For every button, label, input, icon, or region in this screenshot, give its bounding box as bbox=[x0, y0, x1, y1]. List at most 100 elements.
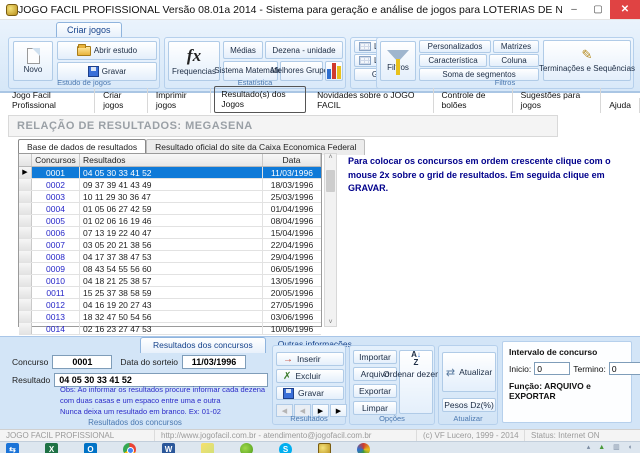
cell-concurso[interactable]: 0006 bbox=[32, 227, 80, 238]
jogofacil-icon[interactable] bbox=[318, 443, 331, 453]
inserir-button[interactable]: → Inserir bbox=[276, 352, 344, 366]
novo-button[interactable]: Novo bbox=[13, 41, 53, 81]
ordenar-dezenas-button[interactable]: A↓ Z Ordenar dezenas bbox=[399, 350, 433, 414]
scroll-up-icon[interactable]: ˄ bbox=[328, 154, 332, 161]
word-icon[interactable]: W bbox=[162, 443, 175, 453]
cell-concurso[interactable]: 0011 bbox=[32, 287, 80, 298]
nav-tab-4[interactable]: Novidades sobre o JOGO FACIL bbox=[309, 88, 433, 113]
chrome-icon[interactable] bbox=[123, 443, 136, 453]
cell-concurso[interactable]: 0008 bbox=[32, 251, 80, 262]
cell-concurso[interactable]: 0010 bbox=[32, 275, 80, 286]
cell-resultado[interactable]: 01 02 06 16 19 46 bbox=[80, 215, 263, 226]
table-row[interactable]: 000401 05 06 27 42 5901/04/1996 bbox=[19, 203, 321, 215]
cell-data[interactable]: 08/04/1996 bbox=[263, 215, 321, 226]
cell-data[interactable]: 27/05/1996 bbox=[263, 299, 321, 310]
cell-concurso[interactable]: 0009 bbox=[32, 263, 80, 274]
medias-button[interactable]: Médias bbox=[223, 41, 263, 59]
scroll-down-icon[interactable]: ˅ bbox=[328, 319, 332, 326]
grid-vertical-scrollbar[interactable]: ˄ ˅ bbox=[324, 153, 337, 327]
table-row[interactable]: 001318 32 47 50 54 5603/06/1996 bbox=[19, 311, 321, 323]
cell-data[interactable]: 11/03/1996 bbox=[263, 167, 321, 178]
limpar-button[interactable]: Limpar bbox=[353, 401, 397, 415]
column-header-concursos[interactable]: Concursos bbox=[32, 154, 80, 166]
minimize-button[interactable]: – bbox=[562, 0, 586, 19]
cell-data[interactable]: 10/06/1996 bbox=[263, 323, 321, 334]
messenger-icon[interactable] bbox=[240, 443, 253, 453]
table-row[interactable]: 001204 16 19 20 27 4327/05/1996 bbox=[19, 299, 321, 311]
cell-resultado[interactable]: 10 11 29 30 36 47 bbox=[80, 191, 263, 202]
cell-resultado[interactable]: 03 05 20 21 38 56 bbox=[80, 239, 263, 250]
scroll-thumb[interactable] bbox=[326, 170, 335, 192]
table-row[interactable]: 001115 25 37 38 58 5920/05/1996 bbox=[19, 287, 321, 299]
termino-field[interactable] bbox=[609, 362, 640, 375]
excluir-button[interactable]: ✗ Excluir bbox=[276, 369, 344, 383]
cell-data[interactable]: 15/04/1996 bbox=[263, 227, 321, 238]
table-row[interactable]: 001402 16 23 27 47 5310/06/1996 bbox=[19, 323, 321, 335]
table-row[interactable]: 000908 43 54 55 56 6006/05/1996 bbox=[19, 263, 321, 275]
cell-concurso[interactable]: 0005 bbox=[32, 215, 80, 226]
cell-resultado[interactable]: 07 13 19 22 40 47 bbox=[80, 227, 263, 238]
exportar-button[interactable]: Exportar bbox=[353, 384, 397, 398]
cell-concurso[interactable]: 0012 bbox=[32, 299, 80, 310]
nav-tab-7[interactable]: Ajuda bbox=[601, 98, 640, 113]
cell-concurso[interactable]: 0003 bbox=[32, 191, 80, 202]
cell-resultado[interactable]: 04 05 30 33 41 52 bbox=[80, 167, 263, 178]
outlook-icon[interactable]: O bbox=[84, 443, 97, 453]
close-button[interactable]: ✕ bbox=[610, 0, 640, 19]
pesos-dz-button[interactable]: Pesos Dz(%) bbox=[442, 398, 496, 412]
cell-resultado[interactable]: 04 17 37 38 47 53 bbox=[80, 251, 263, 262]
cell-data[interactable]: 29/04/1996 bbox=[263, 251, 321, 262]
cell-resultado[interactable]: 04 18 21 25 38 57 bbox=[80, 275, 263, 286]
cell-data[interactable]: 22/04/1996 bbox=[263, 239, 321, 250]
excel-icon[interactable]: X bbox=[45, 443, 58, 453]
cell-data[interactable]: 01/04/1996 bbox=[263, 203, 321, 214]
cell-data[interactable]: 06/05/1996 bbox=[263, 263, 321, 274]
nav-tab-0[interactable]: Jogo Facil Profissional bbox=[4, 88, 95, 113]
inicio-field[interactable] bbox=[534, 362, 570, 375]
cell-data[interactable]: 13/05/1996 bbox=[263, 275, 321, 286]
cell-concurso[interactable]: 0014 bbox=[32, 323, 80, 334]
table-row[interactable]: 000209 37 39 41 43 4918/03/1996 bbox=[19, 179, 321, 191]
nav-tab-5[interactable]: Controle de bolões bbox=[434, 88, 513, 113]
skype-icon[interactable]: S bbox=[279, 443, 292, 453]
table-row[interactable]: 000804 17 37 38 47 5329/04/1996 bbox=[19, 251, 321, 263]
tray-volume-icon[interactable]: ◖ bbox=[628, 444, 632, 451]
cell-concurso[interactable]: 0002 bbox=[32, 179, 80, 190]
nav-tab-2[interactable]: Imprimir jogos bbox=[148, 88, 211, 113]
gravar-result-button[interactable]: Gravar bbox=[276, 386, 344, 400]
dezena-unidade-button[interactable]: Dezena - unidade bbox=[265, 41, 343, 59]
atualizar-button[interactable]: ⇄ Atualizar bbox=[442, 352, 496, 392]
table-row[interactable]: ▶000104 05 30 33 41 5211/03/1996 bbox=[19, 167, 321, 179]
cell-resultado[interactable]: 04 16 19 20 27 43 bbox=[80, 299, 263, 310]
concurso-field[interactable] bbox=[52, 355, 112, 369]
table-row[interactable]: 001004 18 21 25 38 5713/05/1996 bbox=[19, 275, 321, 287]
tray-cloud-icon[interactable]: ▲ bbox=[598, 444, 605, 451]
ribbon-tab-criar-jogos[interactable]: Criar jogos bbox=[56, 22, 122, 37]
cell-resultado[interactable]: 15 25 37 38 58 59 bbox=[80, 287, 263, 298]
nav-tab-1[interactable]: Criar jogos bbox=[95, 88, 148, 113]
cell-resultado[interactable]: 08 43 54 55 56 60 bbox=[80, 263, 263, 274]
cell-concurso[interactable]: 0013 bbox=[32, 311, 80, 322]
cell-resultado[interactable]: 02 16 23 27 47 53 bbox=[80, 323, 263, 334]
column-header-data[interactable]: Data bbox=[263, 154, 321, 166]
cell-data[interactable]: 03/06/1996 bbox=[263, 311, 321, 322]
maximize-button[interactable]: ▢ bbox=[586, 0, 610, 19]
paint-icon[interactable] bbox=[357, 443, 370, 453]
table-row[interactable]: 000501 02 06 16 19 4608/04/1996 bbox=[19, 215, 321, 227]
data-sorteio-field[interactable] bbox=[182, 355, 246, 369]
cell-data[interactable]: 25/03/1996 bbox=[263, 191, 321, 202]
tray-hidden-icons[interactable]: ▴ bbox=[587, 443, 591, 451]
column-header-resultados[interactable]: Resultados bbox=[80, 154, 263, 166]
abrir-estudo-button[interactable]: Abrir estudo bbox=[57, 41, 157, 60]
frequencias-button[interactable]: fx Frequencias bbox=[168, 41, 220, 81]
cell-resultado[interactable]: 01 05 06 27 42 59 bbox=[80, 203, 263, 214]
cell-data[interactable]: 20/05/1996 bbox=[263, 287, 321, 298]
table-row[interactable]: 000310 11 29 30 36 4725/03/1996 bbox=[19, 191, 321, 203]
tray-network-icon[interactable]: ▥ bbox=[613, 443, 620, 451]
nav-tab-6[interactable]: Sugestões para jogos bbox=[513, 88, 602, 113]
cell-data[interactable]: 18/03/1996 bbox=[263, 179, 321, 190]
importar-button[interactable]: Importar bbox=[353, 350, 397, 364]
cell-resultado[interactable]: 18 32 47 50 54 56 bbox=[80, 311, 263, 322]
notes-icon[interactable] bbox=[201, 443, 214, 453]
nav-tab-3[interactable]: Resultado(s) dos Jogos bbox=[214, 86, 306, 113]
